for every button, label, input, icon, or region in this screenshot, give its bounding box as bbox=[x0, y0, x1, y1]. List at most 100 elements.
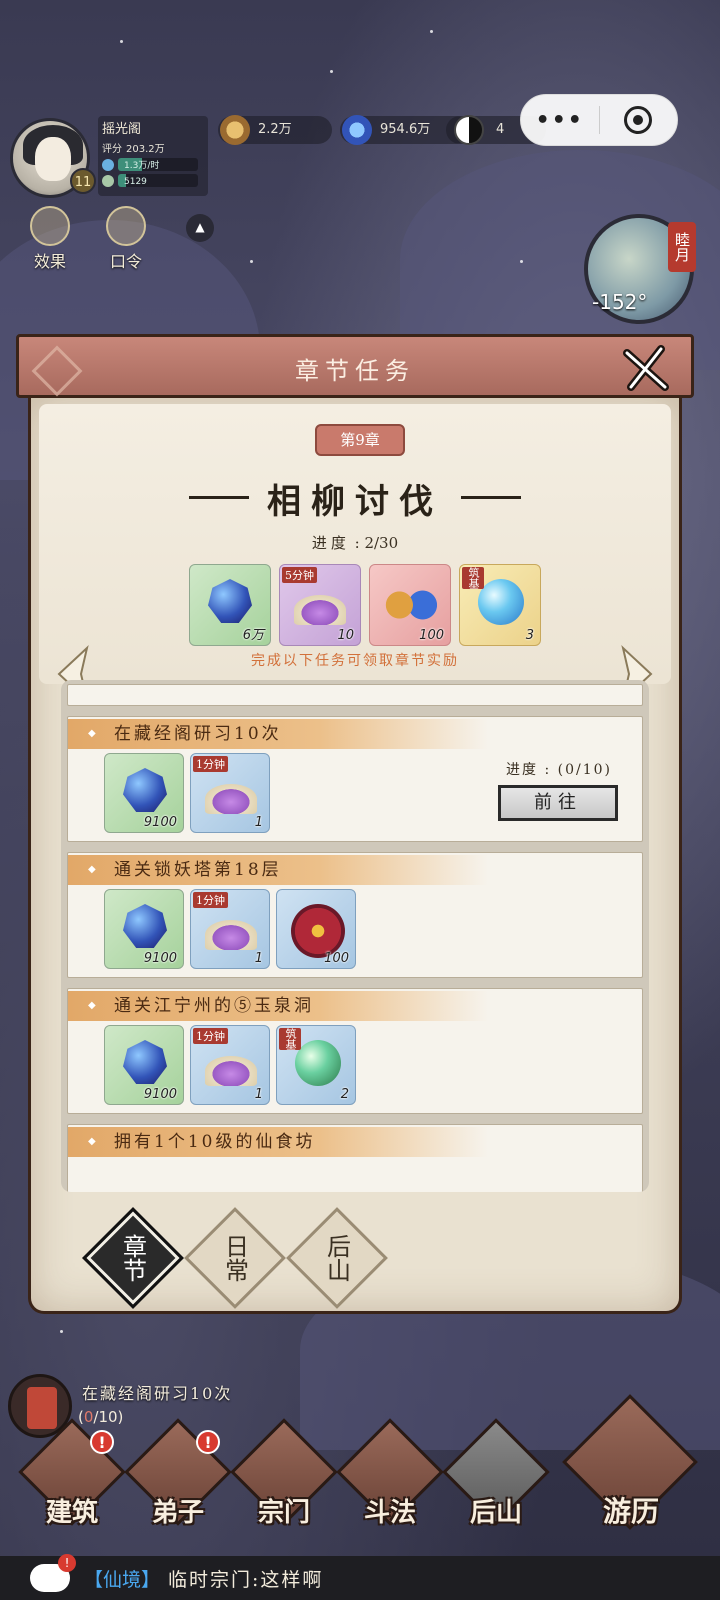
task-reward-item[interactable]: 9100 bbox=[104, 1025, 184, 1105]
reward-item[interactable]: 筑基 3 bbox=[459, 564, 541, 646]
player-info-panel[interactable]: 摇光阁 评分 203.2万 1.3万/时 5129 bbox=[98, 116, 208, 196]
resource-value: 2.2万 bbox=[258, 122, 292, 137]
task-tabs: 章节 日常 后山 bbox=[82, 1207, 388, 1309]
player-name: 摇光阁 bbox=[102, 122, 142, 137]
reward-tag: 1分钟 bbox=[193, 756, 228, 772]
key-icon bbox=[106, 206, 146, 246]
reward-item[interactable]: 5分钟 10 bbox=[279, 564, 361, 646]
alert-badge: ! bbox=[196, 1430, 220, 1454]
season-label: 睦月 bbox=[668, 222, 696, 272]
task-reward-item[interactable]: 9100 bbox=[104, 753, 184, 833]
dialog-title: 章节任务 bbox=[295, 357, 415, 385]
reward-tag: 筑基 bbox=[279, 1028, 301, 1050]
task-reward-item[interactable]: 筑基 2 bbox=[276, 1025, 356, 1105]
collapse-arrow-icon[interactable]: ▲ bbox=[186, 214, 214, 242]
chat-channel: 【仙境】 bbox=[84, 1568, 161, 1591]
chat-bubble-icon[interactable]: ! bbox=[30, 1554, 76, 1592]
wind-icon bbox=[102, 174, 114, 187]
nav-building[interactable]: 建筑 ! bbox=[18, 1418, 126, 1530]
cloud-icon bbox=[382, 587, 440, 623]
player-level-badge: 11 bbox=[70, 168, 96, 194]
nav-back-mountain[interactable]: 后山 bbox=[442, 1418, 550, 1530]
reward-count: 1 bbox=[254, 951, 263, 966]
password-label: 口令 bbox=[109, 252, 142, 271]
chapter-task-dialog: 第9章 相柳讨伐 进度 : 2/30 6万 5分钟 10 100 筑基 3 完成… bbox=[16, 334, 694, 1324]
close-miniprogram-icon[interactable] bbox=[600, 106, 678, 134]
nav-disciples[interactable]: 弟子 ! bbox=[124, 1418, 232, 1530]
seal-icon bbox=[291, 904, 345, 958]
nav-travel[interactable]: 游历 bbox=[562, 1394, 698, 1534]
effect-icon bbox=[30, 206, 70, 246]
nav-label: 后山 bbox=[469, 1498, 522, 1528]
reward-count: 9100 bbox=[143, 951, 177, 966]
temperature-label: -152° bbox=[592, 290, 648, 314]
dialog-body: 第9章 相柳讨伐 进度 : 2/30 6万 5分钟 10 100 筑基 3 完成… bbox=[28, 398, 682, 1314]
yin-yang-icon bbox=[454, 115, 484, 145]
task-list[interactable]: 在藏经阁研习10次 9100 1分钟 1 进度 : (0/10) 前往 bbox=[61, 680, 649, 1192]
effect-label: 效果 bbox=[33, 252, 66, 271]
task-reward-item[interactable]: 100 bbox=[276, 889, 356, 969]
secondary-stat-bar: 5129 bbox=[118, 174, 198, 187]
score-label: 评分 bbox=[102, 144, 122, 155]
purple-powder-icon bbox=[294, 595, 346, 625]
more-menu-icon[interactable]: ••• bbox=[521, 108, 599, 133]
task-reward-item[interactable]: 9100 bbox=[104, 889, 184, 969]
task-card-partial bbox=[67, 684, 643, 706]
dialog-header: 章节任务 bbox=[16, 334, 694, 398]
chat-bar[interactable]: ! 【仙境】 临时宗门:这样啊 bbox=[0, 1554, 720, 1600]
effect-button[interactable]: 效果 bbox=[22, 206, 78, 272]
miniprogram-capsule: ••• bbox=[520, 94, 678, 146]
reward-count: 3 bbox=[525, 628, 534, 643]
score-value: 203.2万 bbox=[126, 144, 165, 155]
task-title: 在藏经阁研习10次 bbox=[68, 719, 488, 749]
reward-item[interactable]: 6万 bbox=[189, 564, 271, 646]
reward-count: 2 bbox=[340, 1087, 349, 1102]
close-icon[interactable] bbox=[621, 343, 673, 395]
task-progress-value: (0/10) bbox=[557, 762, 612, 778]
reward-count: 1 bbox=[254, 815, 263, 830]
nav-label: 建筑 bbox=[45, 1498, 98, 1528]
resource-spirit-stone[interactable]: 2.2万 bbox=[218, 115, 332, 145]
title-dash-right bbox=[461, 496, 521, 499]
reward-tag: 5分钟 bbox=[282, 567, 317, 583]
task-reward-item[interactable]: 1分钟 1 bbox=[190, 753, 270, 833]
task-title: 拥有1个10级的仙食坊 bbox=[68, 1127, 488, 1157]
reward-tag: 1分钟 bbox=[193, 1028, 228, 1044]
tab-daily[interactable]: 日常 bbox=[184, 1207, 286, 1309]
tab-back-mountain[interactable]: 后山 bbox=[286, 1207, 388, 1309]
nav-sect[interactable]: 宗门 bbox=[230, 1418, 338, 1530]
green-orb-icon bbox=[295, 1040, 341, 1086]
purple-powder-icon bbox=[205, 784, 257, 814]
nav-label: 弟子 bbox=[151, 1498, 204, 1528]
chapter-header-panel: 第9章 相柳讨伐 进度 : 2/30 6万 5分钟 10 100 筑基 3 完成… bbox=[39, 404, 671, 684]
bottom-nav: 建筑 ! 弟子 ! 宗门 斗法 后山 游历 bbox=[18, 1394, 708, 1546]
chapter-number-tag: 第9章 bbox=[315, 424, 405, 456]
reward-hint: 完成以下任务可领取章节实励 bbox=[251, 653, 459, 669]
gem-icon bbox=[123, 904, 167, 948]
nav-duel[interactable]: 斗法 bbox=[336, 1418, 444, 1530]
reward-item[interactable]: 100 bbox=[369, 564, 451, 646]
task-title: 通关江宁州的⑤玉泉洞 bbox=[68, 991, 488, 1021]
spirit-stone-pouch-icon bbox=[220, 115, 250, 145]
task-reward-item[interactable]: 1分钟 1 bbox=[190, 889, 270, 969]
gem-icon bbox=[123, 1040, 167, 1084]
go-button[interactable]: 前往 bbox=[498, 785, 618, 821]
password-button[interactable]: 口令 bbox=[98, 206, 154, 272]
reward-count: 1 bbox=[254, 1087, 263, 1102]
chapter-progress-label: 进度 bbox=[311, 534, 350, 552]
reward-count: 100 bbox=[324, 951, 349, 966]
cultivation-icon bbox=[102, 158, 114, 171]
task-card: 拥有1个10级的仙食坊 bbox=[67, 1124, 643, 1192]
tab-chapter[interactable]: 章节 bbox=[82, 1207, 184, 1309]
tab-label: 日常 bbox=[220, 1234, 249, 1282]
orb-icon bbox=[478, 579, 524, 625]
alert-badge: ! bbox=[90, 1430, 114, 1454]
reward-count: 9100 bbox=[143, 1087, 177, 1102]
reward-count: 100 bbox=[419, 628, 444, 643]
task-reward-item[interactable]: 1分钟 1 bbox=[190, 1025, 270, 1105]
purple-powder-icon bbox=[205, 1056, 257, 1086]
gem-icon bbox=[208, 579, 252, 623]
chat-message: 临时宗门:这样啊 bbox=[168, 1568, 324, 1591]
quest-tracker-text: 在藏经阁研习10次 bbox=[82, 1384, 233, 1403]
resource-value: 954.6万 bbox=[380, 122, 431, 137]
